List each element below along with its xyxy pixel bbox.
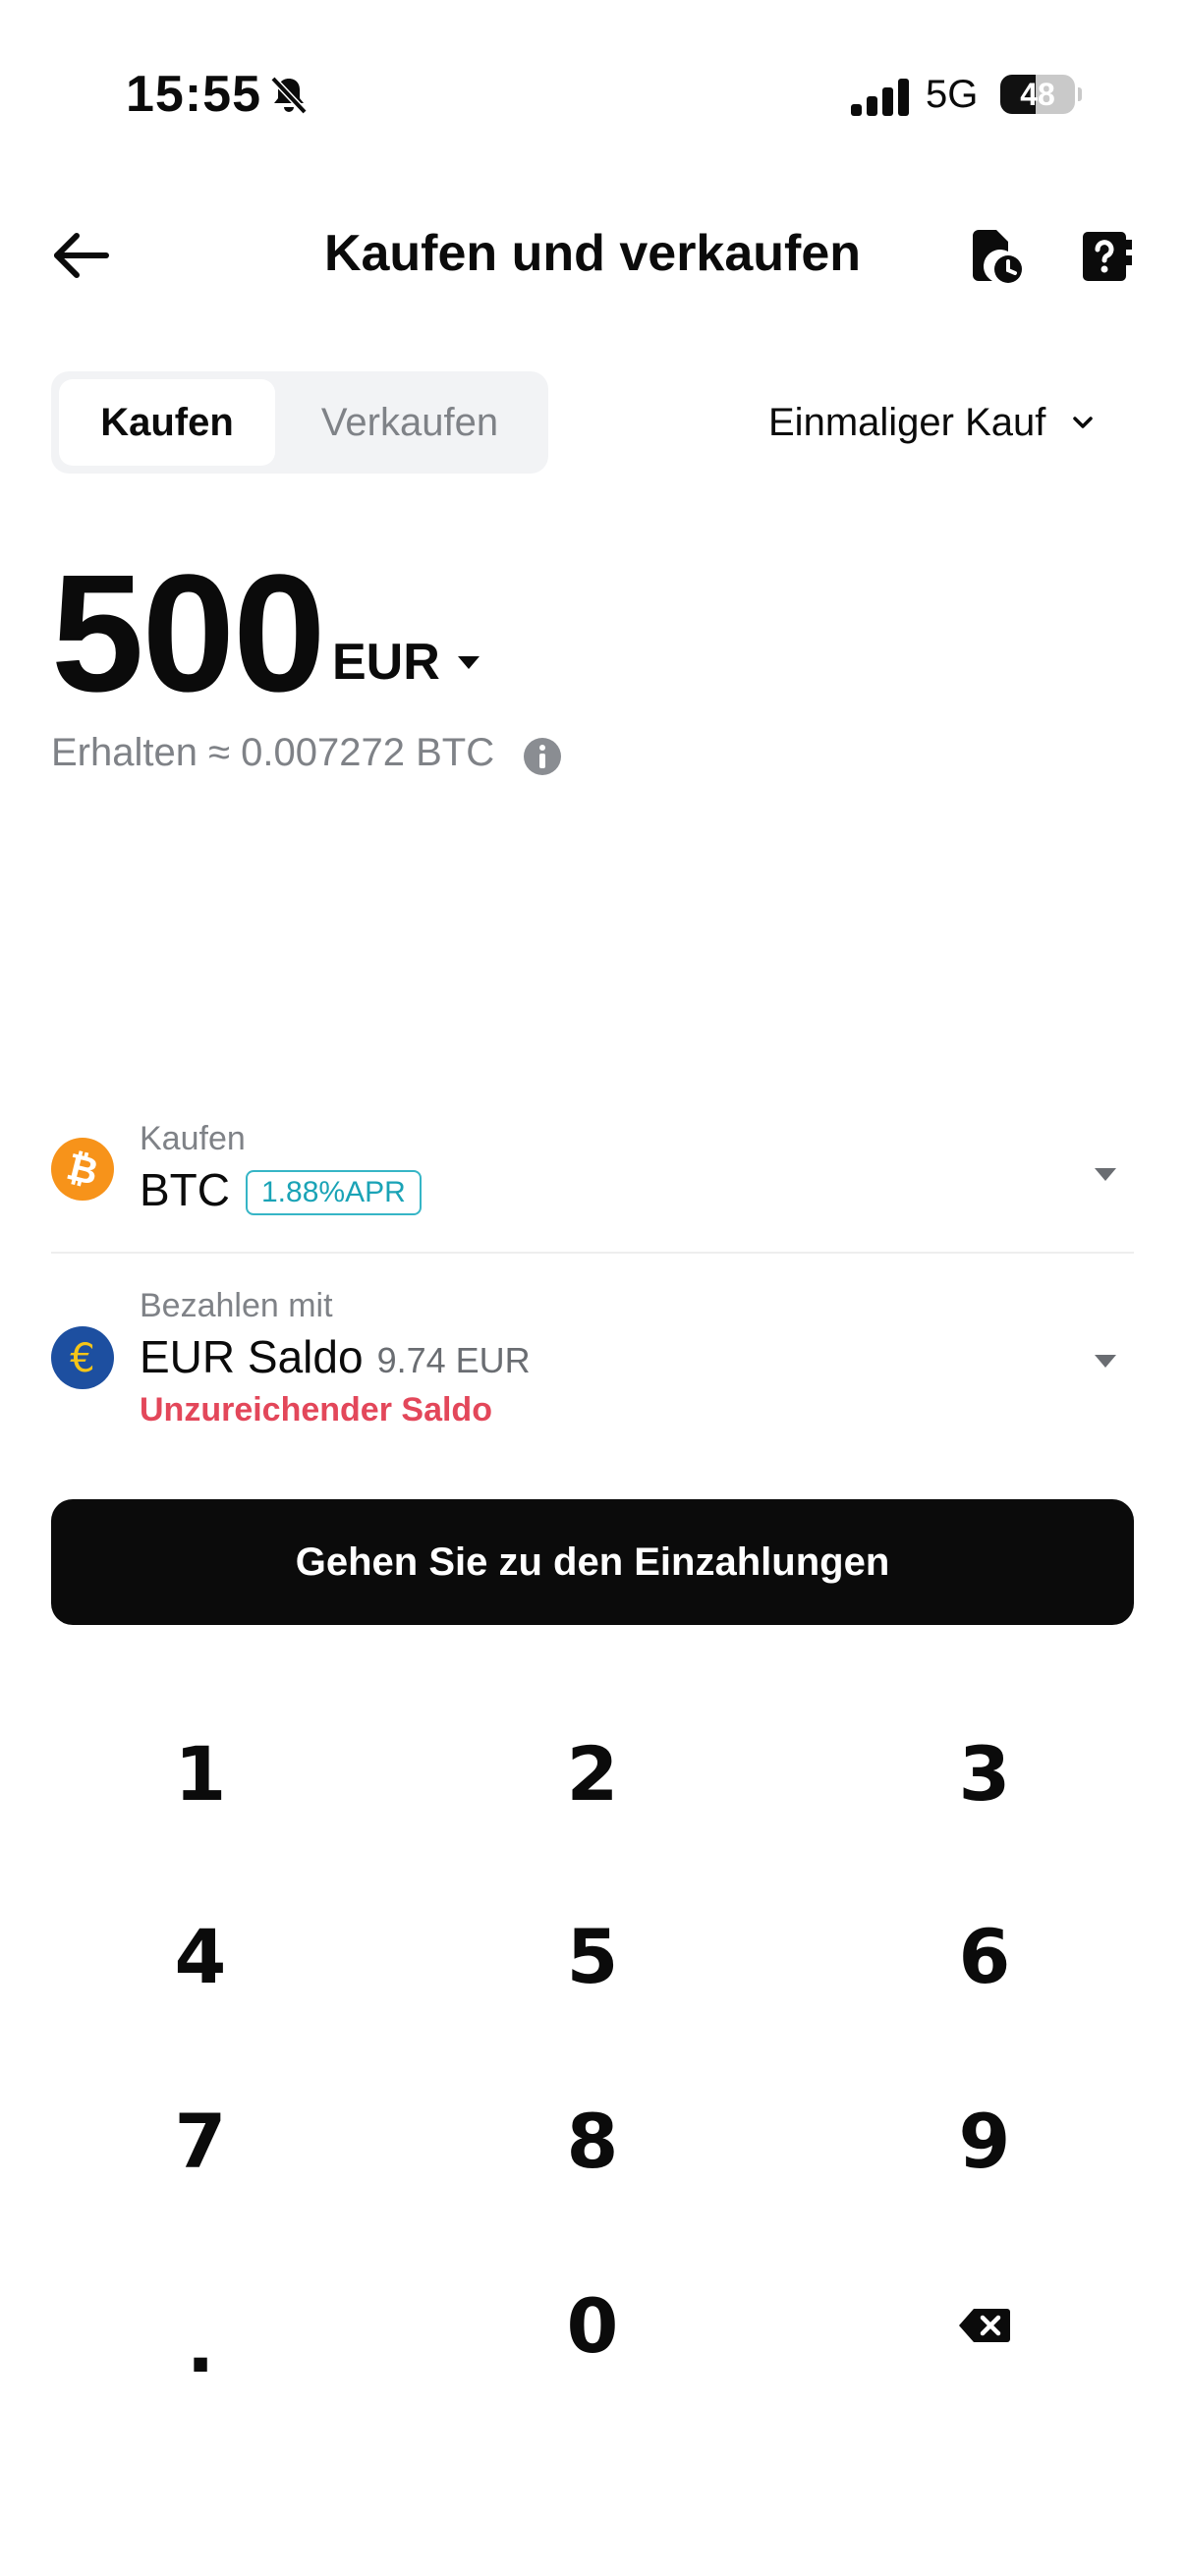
key-1[interactable]: 1 — [53, 1700, 348, 1847]
buy-asset-label: Kaufen — [140, 1120, 246, 1157]
payment-method-name: EUR Saldo — [140, 1331, 364, 1382]
asset-symbol: BTC — [140, 1164, 230, 1215]
battery-icon: 48 — [1000, 75, 1082, 114]
key-7[interactable]: 7 — [53, 2067, 348, 2214]
info-icon[interactable] — [523, 737, 562, 776]
key-decimal[interactable]: . — [53, 2252, 348, 2399]
order-history-icon[interactable] — [965, 226, 1024, 285]
key-0[interactable]: 0 — [445, 2252, 740, 2399]
backspace-icon — [959, 2309, 1010, 2342]
currency-selector[interactable]: EUR — [332, 633, 481, 692]
signal-icon — [851, 79, 909, 116]
apr-badge: 1.88%APR — [246, 1170, 422, 1215]
tab-buy[interactable]: Kaufen — [59, 379, 275, 466]
payment-method-selector[interactable]: € Bezahlen mit EUR Saldo 9.74 EUR Unzure… — [51, 1287, 1134, 1444]
payment-method-value: EUR Saldo 9.74 EUR — [140, 1330, 531, 1383]
receive-estimate: Erhalten ≈ 0.007272 BTC — [51, 731, 495, 774]
bitcoin-icon: ₿ — [51, 1138, 114, 1201]
insufficient-balance-warning: Unzureichender Saldo — [140, 1391, 492, 1428]
balance-amount: 9.74 EUR — [376, 1340, 531, 1380]
status-time: 15:55 — [126, 66, 261, 123]
header: Kaufen und verkaufen — [0, 196, 1185, 314]
purchase-mode-label: Einmaliger Kauf — [768, 400, 1046, 444]
caret-down-icon — [1095, 1355, 1116, 1368]
battery-level: 48 — [1020, 77, 1055, 112]
help-guide-icon[interactable] — [1079, 226, 1134, 285]
payment-method-label: Bezahlen mit — [140, 1287, 333, 1324]
tab-sell[interactable]: Verkaufen — [279, 379, 540, 466]
key-2[interactable]: 2 — [445, 1700, 740, 1847]
buy-asset-value: BTC 1.88%APR — [140, 1163, 422, 1219]
key-4[interactable]: 4 — [53, 1882, 348, 2030]
chevron-down-icon — [1073, 417, 1094, 428]
bell-muted-icon — [270, 76, 308, 115]
purchase-mode-dropdown[interactable]: Einmaliger Kauf — [768, 391, 1097, 454]
key-8[interactable]: 8 — [445, 2067, 740, 2214]
caret-down-icon — [1095, 1168, 1116, 1181]
svg-text:€: € — [70, 1336, 94, 1381]
key-5[interactable]: 5 — [445, 1882, 740, 2030]
key-6[interactable]: 6 — [837, 1882, 1132, 2030]
amount-value: 500 — [51, 540, 326, 727]
network-type: 5G — [926, 73, 979, 116]
caret-down-icon — [457, 656, 480, 669]
buy-asset-selector[interactable]: ₿ Kaufen BTC 1.88%APR — [51, 1120, 1134, 1248]
status-bar: 15:55 5G 48 — [0, 0, 1185, 157]
key-delete[interactable] — [837, 2252, 1132, 2399]
buy-sell-toggle: Kaufen Verkaufen — [51, 371, 548, 474]
euro-icon: € — [51, 1326, 114, 1389]
currency-label: EUR — [332, 634, 440, 691]
key-9[interactable]: 9 — [837, 2067, 1132, 2214]
svg-text:₿: ₿ — [63, 1145, 103, 1194]
go-to-deposit-button[interactable]: Gehen Sie zu den Einzahlungen — [51, 1499, 1134, 1625]
key-3[interactable]: 3 — [837, 1700, 1132, 1847]
divider — [51, 1252, 1134, 1254]
